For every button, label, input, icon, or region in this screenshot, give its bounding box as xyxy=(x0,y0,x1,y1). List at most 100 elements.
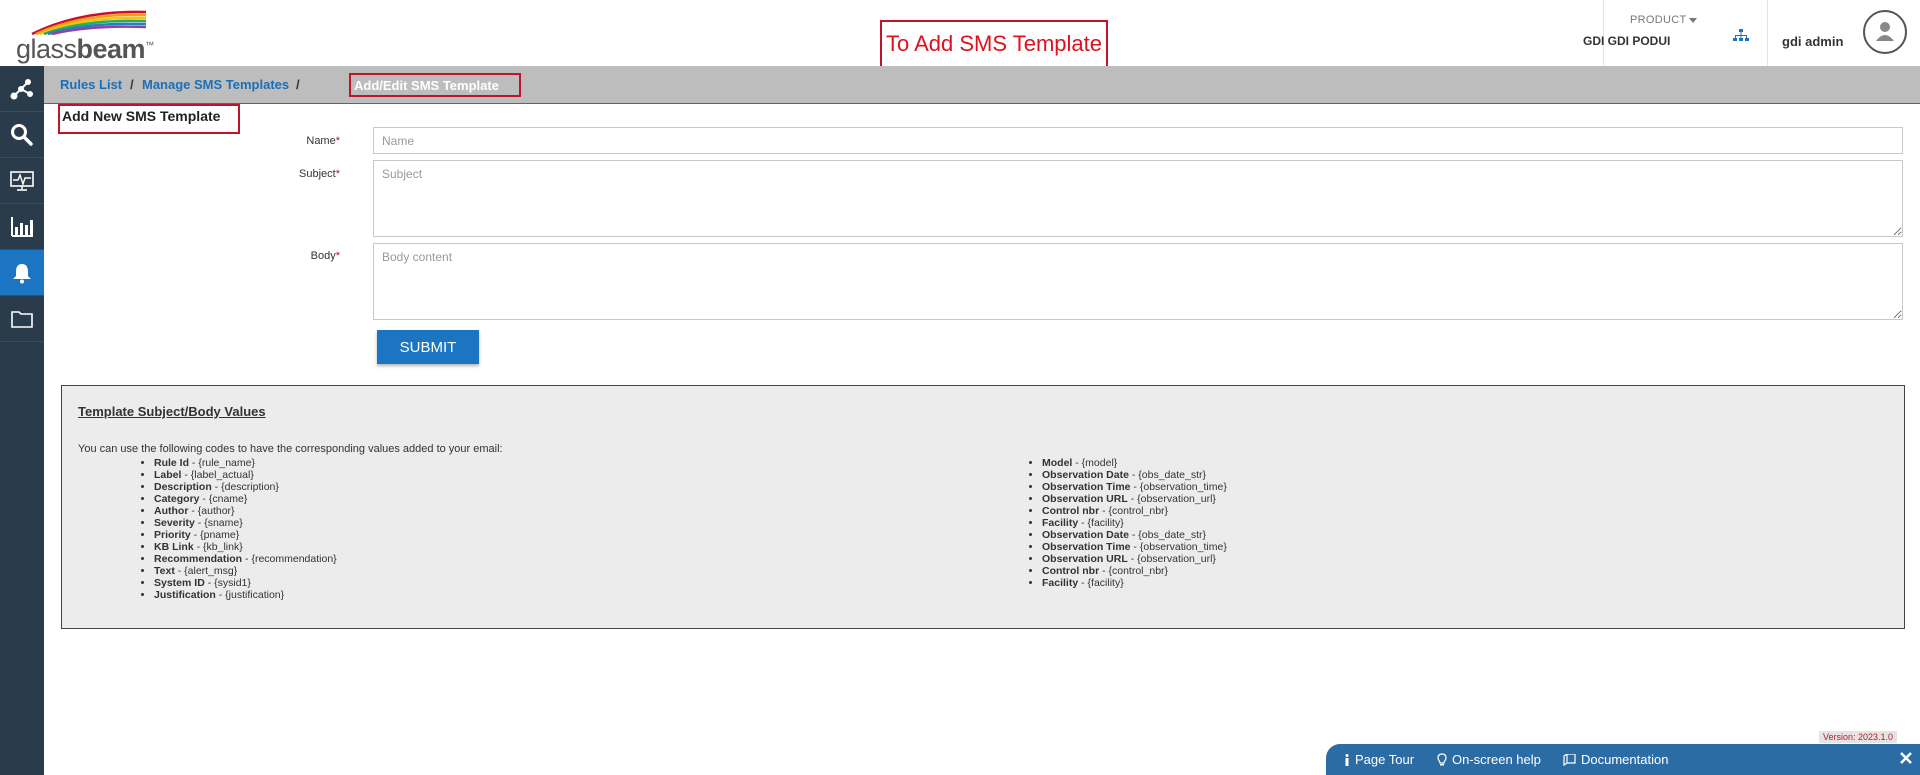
glassbeam-logo[interactable]: glassbeam™ xyxy=(12,6,154,64)
template-code-value: - {kb_link} xyxy=(193,541,243,553)
sidebar xyxy=(0,66,44,775)
breadcrumb-separator: / xyxy=(296,77,300,92)
name-label: Name* xyxy=(306,135,340,147)
template-code-name: Observation Date xyxy=(1042,529,1129,541)
breadcrumb-separator: / xyxy=(130,77,134,92)
logo-text: glassbeam™ xyxy=(16,34,154,64)
book-icon xyxy=(1563,753,1576,766)
template-code-value: - {obs_date_str} xyxy=(1128,469,1207,481)
template-code-name: Rule Id xyxy=(154,457,190,469)
body-input[interactable] xyxy=(373,243,1903,320)
user-name[interactable]: gdi admin xyxy=(1782,34,1843,49)
template-code-item: Observation URL - {observation_url} xyxy=(1042,493,1227,505)
template-code-item: Observation URL - {observation_url} xyxy=(1042,553,1227,565)
template-code-item: Label - {label_actual} xyxy=(154,469,337,481)
sitemap-icon[interactable] xyxy=(1733,29,1749,43)
template-code-value: - {alert_msg} xyxy=(174,565,238,577)
template-code-name: Description xyxy=(154,481,212,493)
template-code-value: - {recommendation} xyxy=(242,553,337,565)
template-code-value: - {control_nbr} xyxy=(1099,505,1169,517)
template-code-item: System ID - {sysid1} xyxy=(154,577,337,589)
template-code-name: Category xyxy=(154,493,200,505)
sidebar-item-files[interactable] xyxy=(0,296,44,342)
breadcrumb: Rules List / Manage SMS Templates / Add/… xyxy=(44,66,1920,104)
template-code-name: Model xyxy=(1042,457,1073,469)
template-code-name: Observation Time xyxy=(1042,541,1131,553)
template-values-title: Template Subject/Body Values xyxy=(78,404,266,419)
caret-down-icon xyxy=(1688,17,1697,23)
template-values-intro: You can use the following codes to have … xyxy=(78,443,503,455)
template-code-value: - {rule_name} xyxy=(189,457,255,469)
header-divider xyxy=(1767,0,1768,66)
app-header: glassbeam™ To Add SMS Template PRODUCT G… xyxy=(0,0,1920,68)
template-code-name: System ID xyxy=(154,577,205,589)
sidebar-item-reports[interactable] xyxy=(0,204,44,250)
template-code-item: KB Link - {kb_link} xyxy=(154,541,337,553)
product-selector-label[interactable]: PRODUCT xyxy=(1630,14,1697,26)
user-icon xyxy=(1876,22,1894,41)
name-input[interactable] xyxy=(373,127,1903,154)
template-code-item: Observation Time - {observation_time} xyxy=(1042,541,1227,553)
monitor-pulse-icon xyxy=(10,170,34,191)
network-graph-icon xyxy=(10,78,33,99)
template-code-item: Control nbr - {control_nbr} xyxy=(1042,505,1227,517)
page-tour-button[interactable]: Page Tour xyxy=(1344,752,1414,767)
product-selector-value[interactable]: GDI GDI PODUI xyxy=(1583,34,1670,48)
template-code-value: - {description} xyxy=(211,481,279,493)
template-code-name: Control nbr xyxy=(1042,565,1100,577)
template-code-name: Author xyxy=(154,505,189,517)
subject-input[interactable] xyxy=(373,160,1903,237)
template-code-value: - {facility} xyxy=(1078,577,1124,589)
sidebar-item-search[interactable] xyxy=(0,112,44,158)
info-icon xyxy=(1345,753,1349,766)
template-code-value: - {author} xyxy=(188,505,235,517)
avatar[interactable] xyxy=(1863,10,1907,54)
template-code-item: Recommendation - {recommendation} xyxy=(154,553,337,565)
template-code-value: - {observation_url} xyxy=(1127,493,1216,505)
template-code-name: Facility xyxy=(1042,577,1079,589)
folder-icon xyxy=(11,310,33,328)
template-code-name: KB Link xyxy=(154,541,194,553)
template-code-name: Priority xyxy=(154,529,191,541)
template-code-value: - {justification} xyxy=(215,589,285,601)
template-code-name: Observation Time xyxy=(1042,481,1131,493)
onscreen-help-button[interactable]: On-screen help xyxy=(1437,752,1541,767)
template-code-value: - {observation_url} xyxy=(1127,553,1216,565)
breadcrumb-current: Add/Edit SMS Template xyxy=(349,73,521,97)
template-code-value: - {control_nbr} xyxy=(1099,565,1169,577)
template-code-item: Observation Date - {obs_date_str} xyxy=(1042,529,1227,541)
sidebar-item-analytics[interactable] xyxy=(0,66,44,112)
template-code-name: Facility xyxy=(1042,517,1079,529)
breadcrumb-rules-list[interactable]: Rules List xyxy=(60,77,122,92)
template-code-name: Observation URL xyxy=(1042,493,1128,505)
template-values-panel: Template Subject/Body Values You can use… xyxy=(61,385,1905,629)
header-divider xyxy=(1603,0,1604,66)
template-code-item: Facility - {facility} xyxy=(1042,577,1227,589)
version-label: Version: 2023.1.0 xyxy=(1819,731,1898,743)
template-code-value: - {model} xyxy=(1072,457,1118,469)
annotation-callout: To Add SMS Template xyxy=(880,20,1108,68)
template-code-item: Category - {cname} xyxy=(154,493,337,505)
body-label: Body* xyxy=(310,250,340,262)
sidebar-item-alerts[interactable] xyxy=(0,250,44,296)
template-code-item: Observation Date - {obs_date_str} xyxy=(1042,469,1227,481)
lightbulb-icon xyxy=(1437,753,1447,766)
template-code-value: - {obs_date_str} xyxy=(1128,529,1207,541)
template-code-item: Rule Id - {rule_name} xyxy=(154,457,337,469)
sidebar-item-monitor[interactable] xyxy=(0,158,44,204)
template-code-item: Facility - {facility} xyxy=(1042,517,1227,529)
documentation-label: Documentation xyxy=(1581,752,1669,767)
submit-button[interactable]: SUBMIT xyxy=(377,330,479,364)
breadcrumb-manage-sms-templates[interactable]: Manage SMS Templates xyxy=(142,77,289,92)
template-code-name: Observation URL xyxy=(1042,553,1128,565)
template-code-value: - {observation_time} xyxy=(1130,541,1227,553)
template-code-value: - {sname} xyxy=(194,517,243,529)
template-code-value: - {sysid1} xyxy=(204,577,251,589)
documentation-button[interactable]: Documentation xyxy=(1563,752,1668,767)
close-icon[interactable] xyxy=(1899,751,1913,765)
template-code-value: - {observation_time} xyxy=(1130,481,1227,493)
template-code-value: - {label_actual} xyxy=(181,469,254,481)
template-code-item: Author - {author} xyxy=(154,505,337,517)
page-tour-label: Page Tour xyxy=(1355,752,1415,767)
template-code-name: Justification xyxy=(154,589,216,601)
